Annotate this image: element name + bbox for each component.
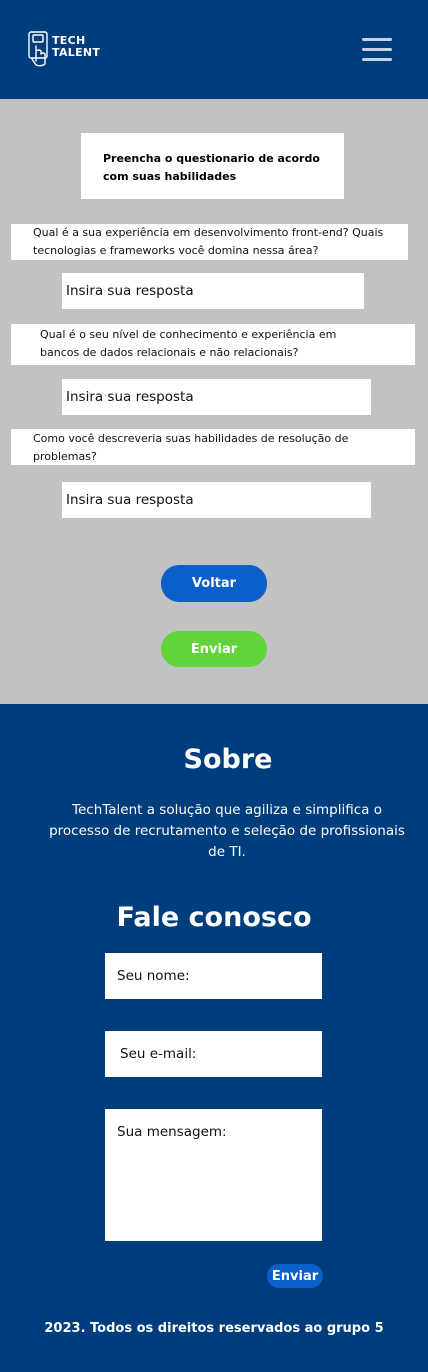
about-title: Sobre [183,744,273,775]
copyright-text: 2023. Todos os direitos reservados ao gr… [44,1321,384,1336]
contact-title: Fale conosco [116,902,312,933]
question-2-text: Qual é o seu nível de conhecimento e exp… [11,324,415,365]
hamburger-menu-icon[interactable] [362,38,394,62]
contact-send-button[interactable]: Enviar [267,1264,323,1288]
about-text: TechTalent a solução que agiliza e simpl… [49,802,405,860]
answer-2-input[interactable] [62,379,371,415]
name-field[interactable] [105,953,322,999]
site-header: TECH TALENT [0,0,428,99]
logo-text: TECH TALENT [52,35,100,59]
answer-1-input[interactable] [62,273,364,309]
questionnaire-intro: Preencha o questionario de acordo com su… [81,133,344,199]
logo-text-line2: TALENT [52,46,101,59]
questionnaire-section: Preencha o questionario de acordo com su… [0,99,428,704]
email-field[interactable] [105,1031,322,1077]
question-1-text: Qual é a sua experiência em desenvolvime… [11,224,408,260]
message-field[interactable] [105,1109,322,1241]
answer-3-input[interactable] [62,482,371,518]
back-button[interactable]: Voltar [161,565,267,602]
submit-button[interactable]: Enviar [161,631,267,667]
site-footer: Sobre TechTalent a solução que agiliza e… [0,704,428,1372]
question-3-text: Como você descreveria suas habilidades d… [11,429,415,465]
